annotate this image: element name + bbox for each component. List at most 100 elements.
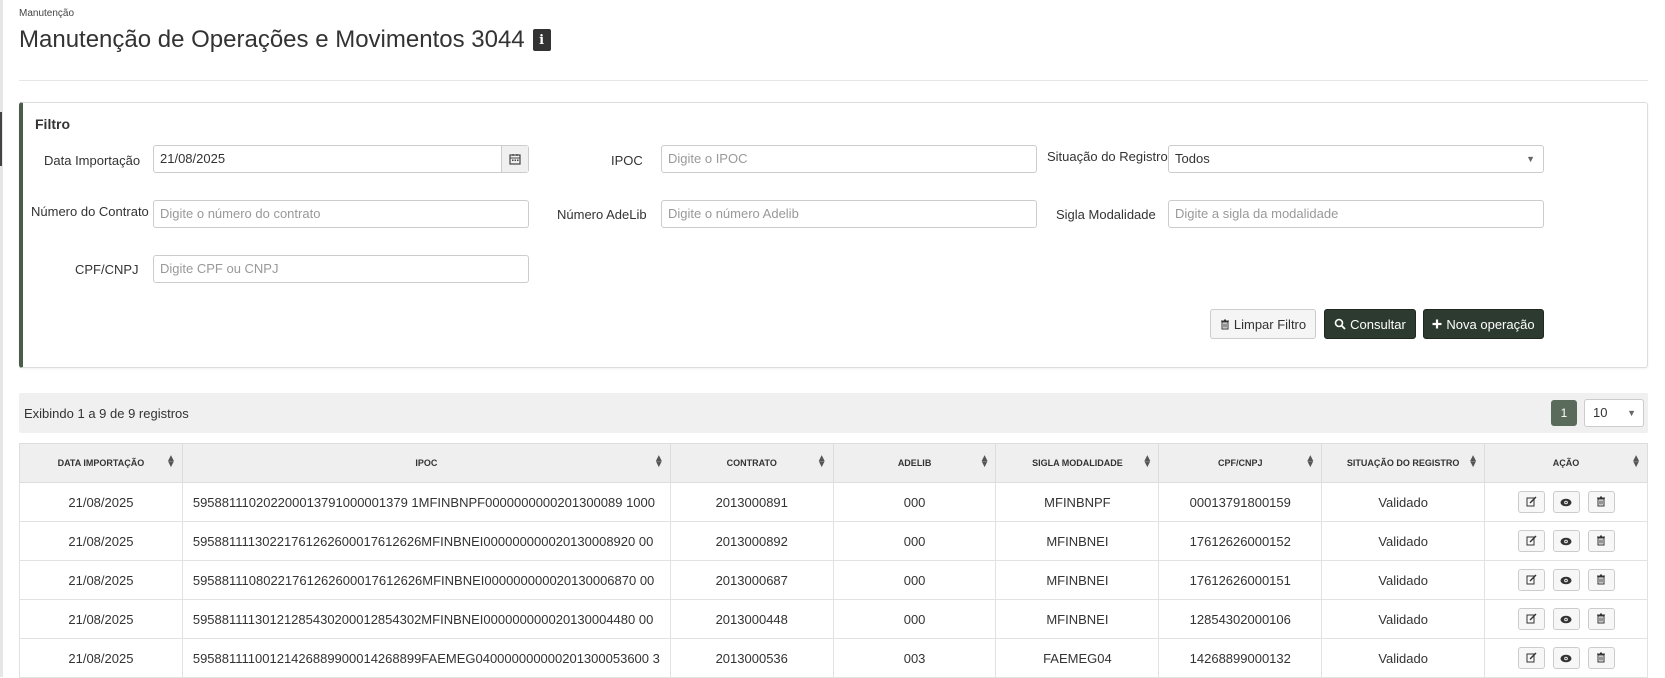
cell-contrato: 2013000448 [669, 599, 834, 639]
column-header[interactable]: CPF/CNPJ ▲ ▼ [1158, 443, 1323, 483]
column-header[interactable]: AÇÃO ▲ ▼ [1484, 443, 1648, 483]
search-icon [1334, 318, 1346, 330]
cell-contrato: 2013000687 [669, 560, 834, 600]
sigla-modalidade-input[interactable]: Digite a sigla da modalidade [1168, 200, 1544, 228]
view-button[interactable] [1552, 530, 1580, 552]
cell-adelib: 003 [832, 638, 997, 678]
nova-operacao-label: Nova operação [1446, 316, 1535, 332]
cell-data-importacao: 21/08/2025 [19, 521, 183, 561]
delete-button[interactable] [1587, 569, 1615, 591]
limpar-filtro-button[interactable]: Limpar Filtro [1210, 309, 1316, 339]
cell-data-importacao: 21/08/2025 [19, 638, 183, 678]
sigla-modalidade-label: Sigla Modalidade [1056, 207, 1156, 222]
view-button[interactable] [1552, 647, 1580, 669]
delete-button[interactable] [1587, 491, 1615, 513]
sort-icon: ▲ ▼ [1468, 453, 1479, 470]
delete-button[interactable] [1587, 647, 1615, 669]
page-size-select[interactable]: 10 ▼ [1584, 399, 1644, 427]
table-row: 21/08/2025 595881110202200013791000001379… [19, 482, 1648, 522]
cell-ipoc: 59588111080221761262600017612626MFINBNEI… [181, 560, 671, 600]
sort-icon: ▲ ▼ [653, 453, 664, 470]
cell-data-importacao: 21/08/2025 [19, 560, 183, 600]
cell-ipoc: 595881110202200013791000001379 1MFINBNPF… [181, 482, 671, 522]
cell-sigla-modalidade: MFINBNEI [995, 599, 1160, 639]
view-button[interactable] [1552, 491, 1580, 513]
cell-adelib: 000 [832, 599, 997, 639]
results-summary: Exibindo 1 a 9 de 9 registros [24, 406, 189, 421]
row-actions [1485, 491, 1647, 513]
cpf-cnpj-input[interactable]: Digite CPF ou CNPJ [153, 255, 529, 283]
filter-heading: Filtro [35, 116, 70, 132]
edit-icon [1526, 651, 1537, 666]
column-header[interactable]: CONTRATO ▲ ▼ [669, 443, 834, 483]
trash-icon [1220, 319, 1229, 329]
nova-operacao-button[interactable]: Nova operação [1423, 309, 1544, 339]
page-title: Manutenção de Operações e Movimentos 304… [19, 26, 525, 53]
column-header[interactable]: IPOC ▲ ▼ [181, 443, 671, 483]
cell-sigla-modalidade: MFINBNEI [995, 560, 1160, 600]
cell-cpf-cnpj: 14268899000132 [1158, 638, 1323, 678]
cell-cpf-cnpj: 17612626000152 [1158, 521, 1323, 561]
view-button[interactable] [1552, 569, 1580, 591]
edit-icon [1526, 573, 1537, 588]
cell-sigla-modalidade: FAEMEG04 [995, 638, 1160, 678]
row-actions [1485, 569, 1647, 591]
pagination-page-button[interactable]: 1 [1551, 400, 1577, 426]
column-header[interactable]: SITUAÇÃO DO REGISTRO ▲ ▼ [1321, 443, 1486, 483]
cell-situacao: Validado [1321, 521, 1486, 561]
cell-contrato: 2013000891 [669, 482, 834, 522]
sort-icon: ▲ ▼ [1142, 453, 1153, 470]
data-importacao-value: 21/08/2025 [160, 151, 226, 166]
cell-situacao: Validado [1321, 482, 1486, 522]
cell-acao [1484, 482, 1648, 522]
eye-icon [1560, 573, 1572, 588]
page-title-row: Manutenção de Operações e Movimentos 304… [19, 26, 551, 54]
column-header[interactable]: SIGLA MODALIDADE ▲ ▼ [995, 443, 1160, 483]
ipoc-input[interactable]: Digite o IPOC [661, 145, 1037, 173]
cell-sigla-modalidade: MFINBNPF [995, 482, 1160, 522]
trash-icon [1596, 534, 1606, 549]
edit-button[interactable] [1517, 491, 1545, 513]
cell-ipoc: 59588111130121285430200012854302MFINBNEI… [181, 599, 671, 639]
sort-icon: ▲ ▼ [1631, 453, 1641, 470]
cell-adelib: 000 [832, 482, 997, 522]
info-icon[interactable]: i [532, 29, 551, 51]
chevron-down-icon: ▼ [1526, 154, 1535, 164]
calendar-icon[interactable] [501, 146, 528, 172]
edit-button[interactable] [1517, 608, 1545, 630]
table-row: 21/08/2025 595881110802217612626000176126… [19, 560, 1648, 600]
cell-situacao: Validado [1321, 599, 1486, 639]
sort-icon: ▲ ▼ [165, 453, 176, 470]
cell-cpf-cnpj: 00013791800159 [1158, 482, 1323, 522]
delete-button[interactable] [1587, 530, 1615, 552]
edit-button[interactable] [1517, 647, 1545, 669]
sort-icon: ▲ ▼ [1305, 453, 1316, 470]
situacao-select[interactable]: Todos ▼ [1168, 145, 1544, 173]
delete-button[interactable] [1587, 608, 1615, 630]
data-importacao-input[interactable]: 21/08/2025 [153, 145, 529, 173]
sort-icon: ▲ ▼ [816, 453, 827, 470]
left-edge-marker [0, 112, 2, 166]
results-table: DATA IMPORTAÇÃO ▲ ▼ IPOC ▲ ▼ CONTRATO ▲ ▼ ADEL… [19, 443, 1648, 678]
eye-icon [1560, 651, 1572, 666]
consultar-button[interactable]: Consultar [1324, 309, 1416, 339]
column-header[interactable]: ADELIB ▲ ▼ [832, 443, 997, 483]
left-edge [0, 0, 3, 677]
numero-contrato-input[interactable]: Digite o número do contrato [153, 200, 529, 228]
table-row: 21/08/2025 595881111001214268899000142688… [19, 638, 1648, 678]
column-header[interactable]: DATA IMPORTAÇÃO ▲ ▼ [19, 443, 183, 483]
data-importacao-label: Data Importação [44, 153, 141, 168]
cell-cpf-cnpj: 17612626000151 [1158, 560, 1323, 600]
ipoc-label: IPOC [611, 153, 643, 168]
cell-acao [1484, 599, 1648, 639]
numero-adelib-input[interactable]: Digite o número Adelib [661, 200, 1037, 228]
limpar-filtro-label: Limpar Filtro [1233, 316, 1307, 332]
cell-contrato: 2013000536 [669, 638, 834, 678]
view-button[interactable] [1552, 608, 1580, 630]
cell-adelib: 000 [832, 521, 997, 561]
edit-icon [1526, 495, 1537, 510]
cpf-cnpj-label: CPF/CNPJ [75, 262, 139, 277]
trash-icon [1596, 573, 1606, 588]
edit-button[interactable] [1517, 530, 1545, 552]
edit-button[interactable] [1517, 569, 1545, 591]
